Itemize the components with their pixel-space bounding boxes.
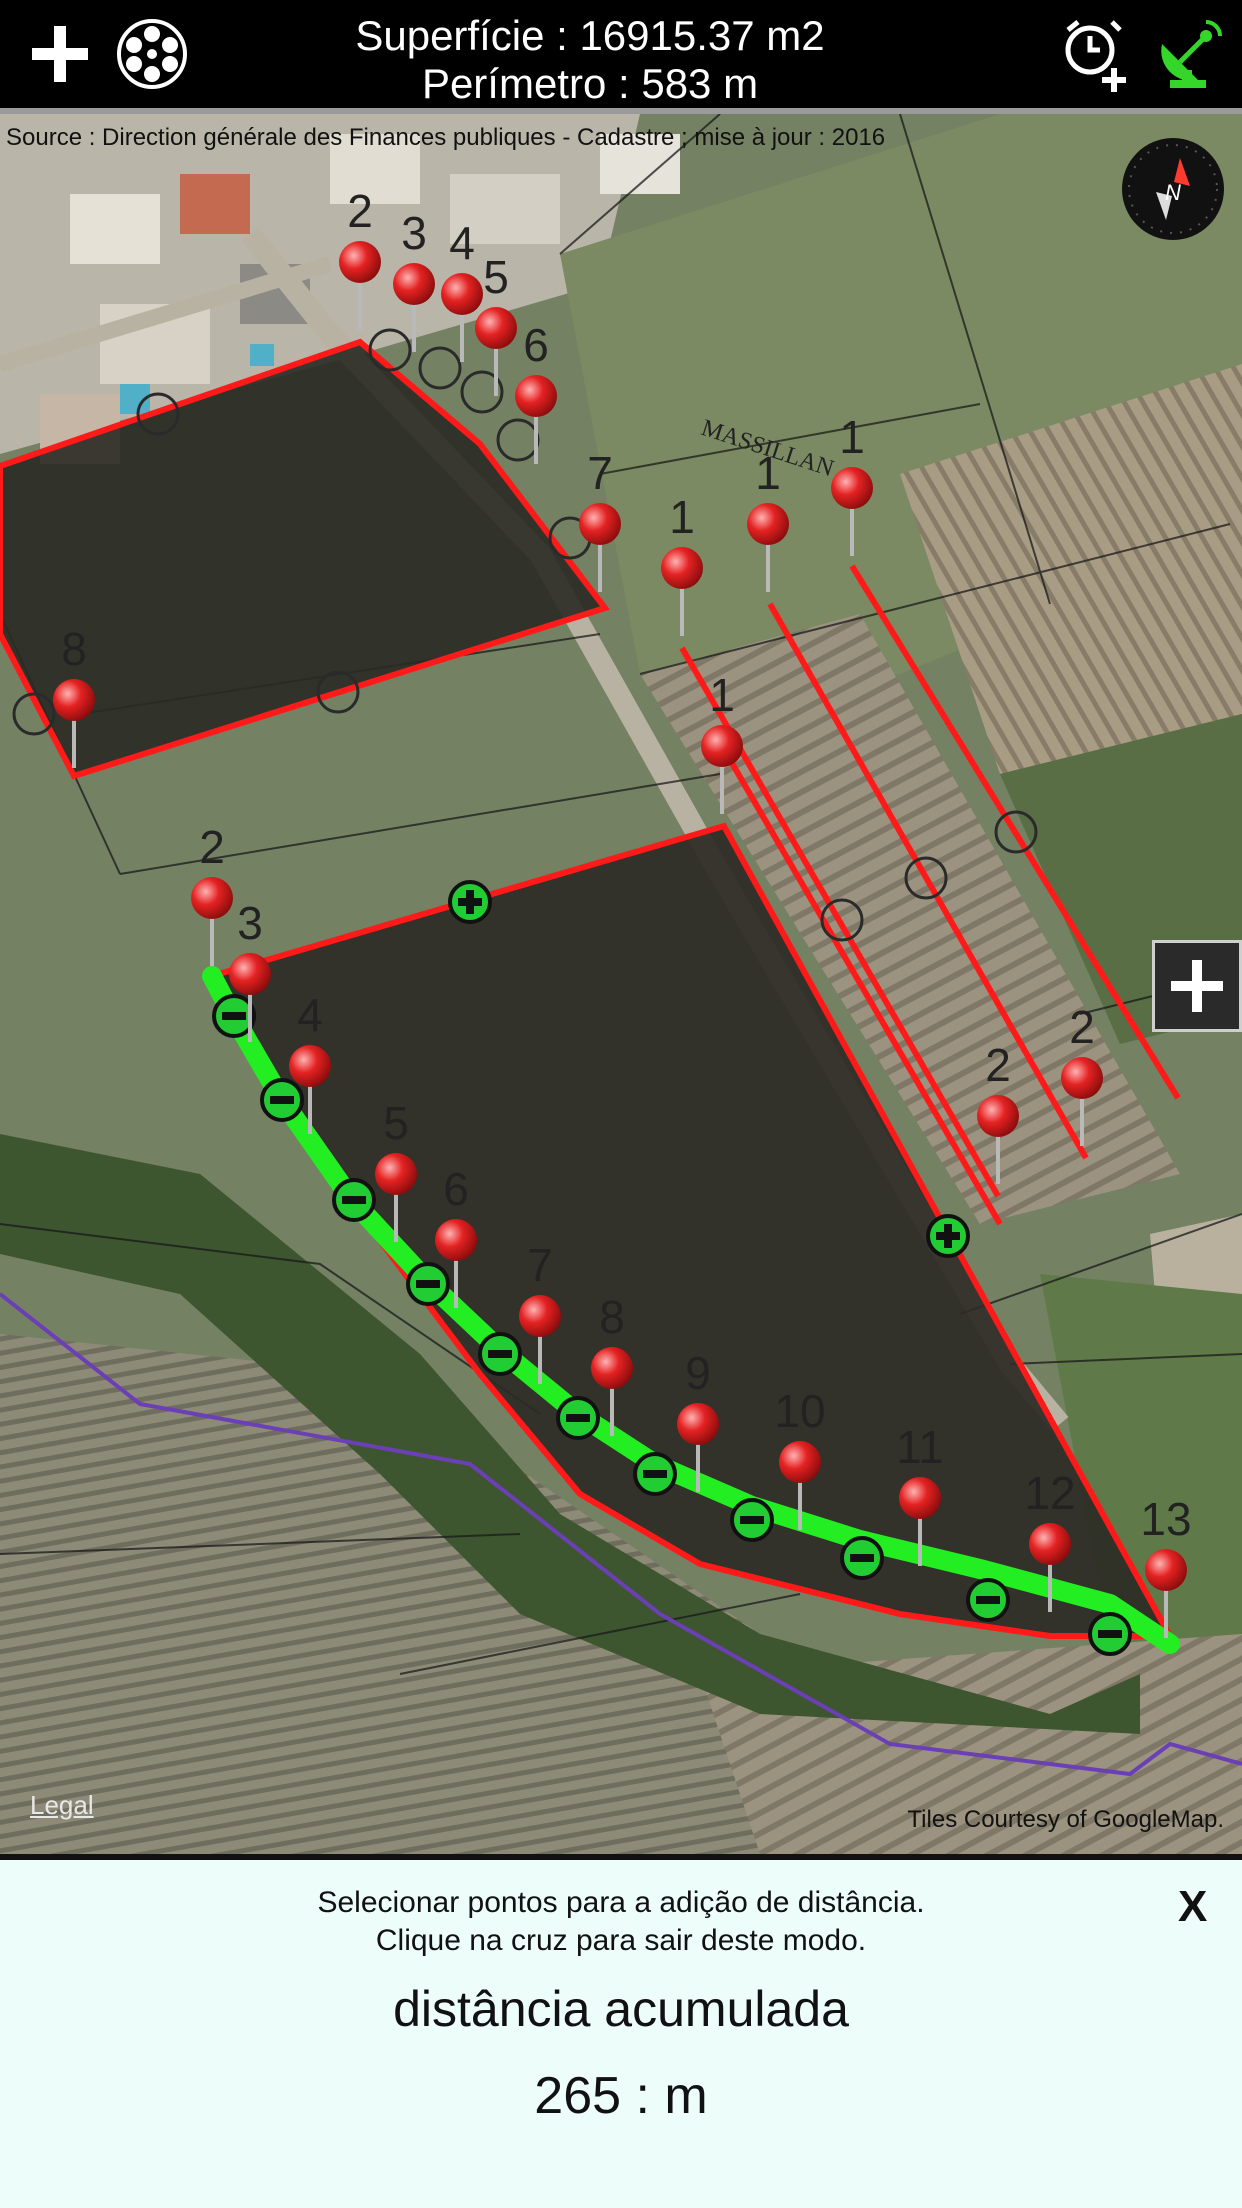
- distance-label: distância acumulada: [393, 1981, 849, 2037]
- compass-north-label: N: [1165, 180, 1181, 205]
- pin-number-label: 3: [401, 207, 427, 259]
- plus-icon: [448, 880, 492, 924]
- top-bar: Superfície : 16915.37 m2 Perímetro : 583…: [0, 0, 1242, 114]
- pin-number-label: 8: [61, 623, 87, 675]
- pin-number-label: 12: [1024, 1467, 1076, 1519]
- pin-number-label: 4: [449, 217, 475, 269]
- pin-number-label: 1: [839, 411, 865, 463]
- minus-icon: [1088, 1612, 1132, 1656]
- gps-button[interactable]: [1148, 14, 1228, 94]
- satellite-dish-icon: [1161, 20, 1222, 88]
- instruction-line-2: Clique na cruz para sair deste modo.: [375, 1924, 867, 1957]
- pin-number-label: 1: [669, 491, 695, 543]
- minus-icon: [556, 1396, 600, 1440]
- minus-icon: [478, 1332, 522, 1376]
- pin-number-label: 6: [443, 1163, 469, 1215]
- alarm-add-button[interactable]: [1056, 14, 1136, 94]
- pin-number-label: 2: [199, 821, 225, 873]
- plus-icon: [1171, 960, 1223, 1012]
- pin-number-label: 2: [985, 1039, 1011, 1091]
- pin-number-label: 5: [383, 1097, 409, 1149]
- zoom-in-button[interactable]: [1152, 940, 1242, 1032]
- pin-number-label: 11: [896, 1421, 944, 1473]
- pin-number-label: 3: [237, 897, 263, 949]
- plus-icon: [926, 1214, 970, 1258]
- add-plot-button[interactable]: [20, 14, 100, 94]
- close-button[interactable]: X: [1178, 1882, 1207, 1932]
- instruction-line-1: Selecionar pontos para a adição de distâ…: [317, 1886, 925, 1919]
- pin-number-label: 13: [1140, 1493, 1192, 1545]
- compass-icon: N: [1122, 138, 1224, 240]
- minus-icon: [730, 1498, 774, 1542]
- pin-number-label: 2: [1069, 1001, 1095, 1053]
- minus-icon: [406, 1262, 450, 1306]
- tiles-credit: Tiles Courtesy of GoogleMap.: [907, 1806, 1224, 1833]
- film-reel-icon: [117, 19, 187, 89]
- pin-number-label: 1: [709, 669, 735, 721]
- pin-number-label: 6: [523, 319, 549, 371]
- pin-number-label: 4: [297, 989, 323, 1041]
- satellite-map[interactable]: MASSILLAN 2 3 4 5 6 7 8 1 1 1 1 2 3 4 5 6 7 8 9 10 11 12 13 2 2 …: [0, 114, 1242, 1854]
- minus-icon: [633, 1452, 677, 1496]
- compass-button[interactable]: N: [1120, 136, 1226, 242]
- pin-number-label: 8: [599, 1291, 625, 1343]
- layers-button[interactable]: [112, 14, 192, 94]
- pin-number-label: 10: [774, 1385, 826, 1437]
- perimeter-readout: Perímetro : 583 m: [421, 60, 759, 107]
- minus-icon: [260, 1078, 304, 1122]
- distance-panel: Selecionar pontos para a adição de distâ…: [0, 1854, 1242, 2208]
- pin-number-label: 5: [483, 251, 509, 303]
- area-readout: Superfície : 16915.37 m2: [355, 12, 825, 59]
- instructions: Selecionar pontos para a adição de distâ…: [0, 1884, 1242, 1960]
- plus-icon: [32, 26, 88, 82]
- pin-number-label: 7: [527, 1239, 553, 1291]
- map-imagery: MASSILLAN: [0, 114, 1242, 1854]
- distance-value: 265 : m: [534, 2067, 708, 2125]
- legal-link[interactable]: Legal: [30, 1790, 94, 1821]
- alarm-add-icon: [1065, 20, 1126, 92]
- pin-number-label: 7: [587, 447, 613, 499]
- cadastre-attribution: Source : Direction générale des Finances…: [6, 124, 886, 151]
- pin-number-label: 2: [347, 185, 373, 237]
- pin-number-label: 1: [755, 447, 781, 499]
- minus-icon: [840, 1536, 884, 1580]
- minus-icon: [332, 1178, 376, 1222]
- pin-number-label: 9: [685, 1347, 711, 1399]
- minus-icon: [966, 1578, 1010, 1622]
